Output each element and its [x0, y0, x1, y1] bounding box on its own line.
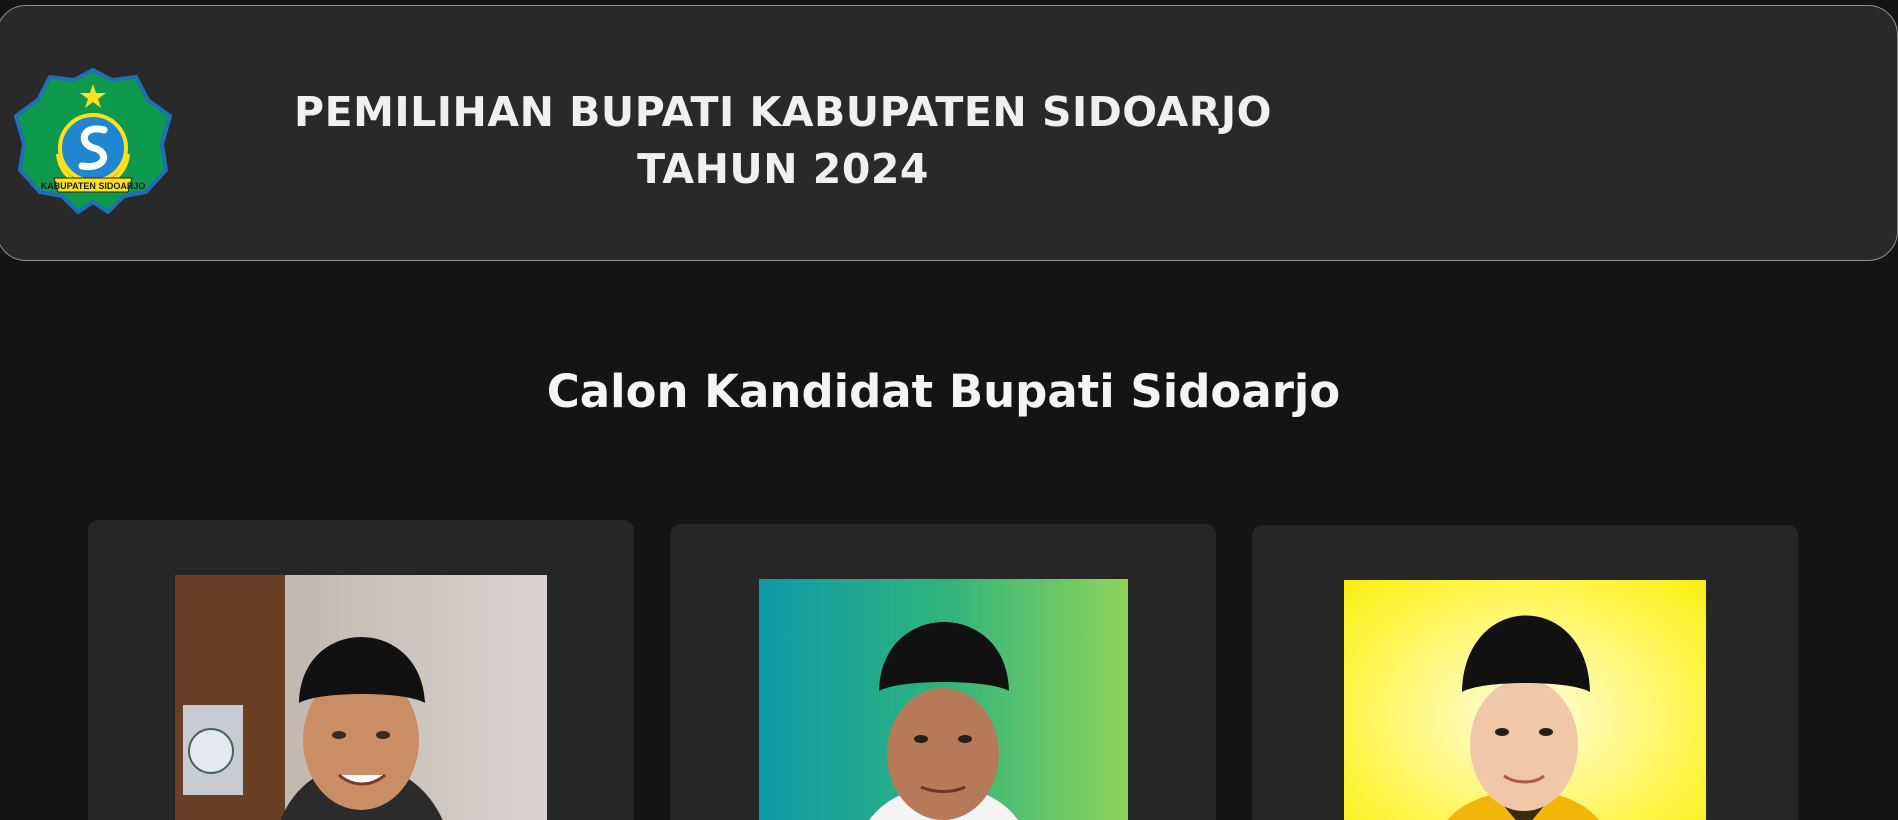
header-title: PEMILIHAN BUPATI KABUPATEN SIDOARJO TAHU… [277, 84, 1289, 198]
kabupaten-sidoarjo-logo: KABUPATEN SIDOARJO [13, 67, 173, 214]
svg-text:KABUPATEN SIDOARJO: KABUPATEN SIDOARJO [41, 181, 146, 191]
header-title-line2: TAHUN 2024 [637, 145, 929, 193]
candidate-card-2[interactable] [670, 524, 1216, 820]
site-header: KABUPATEN SIDOARJO PEMILIHAN BUPATI KABU… [0, 5, 1898, 261]
section-title: Calon Kandidat Bupati Sidoarjo [546, 365, 1341, 418]
candidate-photo-3 [1344, 580, 1706, 820]
page: KABUPATEN SIDOARJO PEMILIHAN BUPATI KABU… [0, 0, 1898, 820]
candidate-photo-1 [175, 575, 547, 820]
candidate-card-3[interactable] [1252, 525, 1798, 820]
candidate-card-1[interactable] [88, 520, 634, 820]
candidate-photo-2 [759, 579, 1128, 820]
header-title-line1: PEMILIHAN BUPATI KABUPATEN SIDOARJO [294, 88, 1272, 136]
